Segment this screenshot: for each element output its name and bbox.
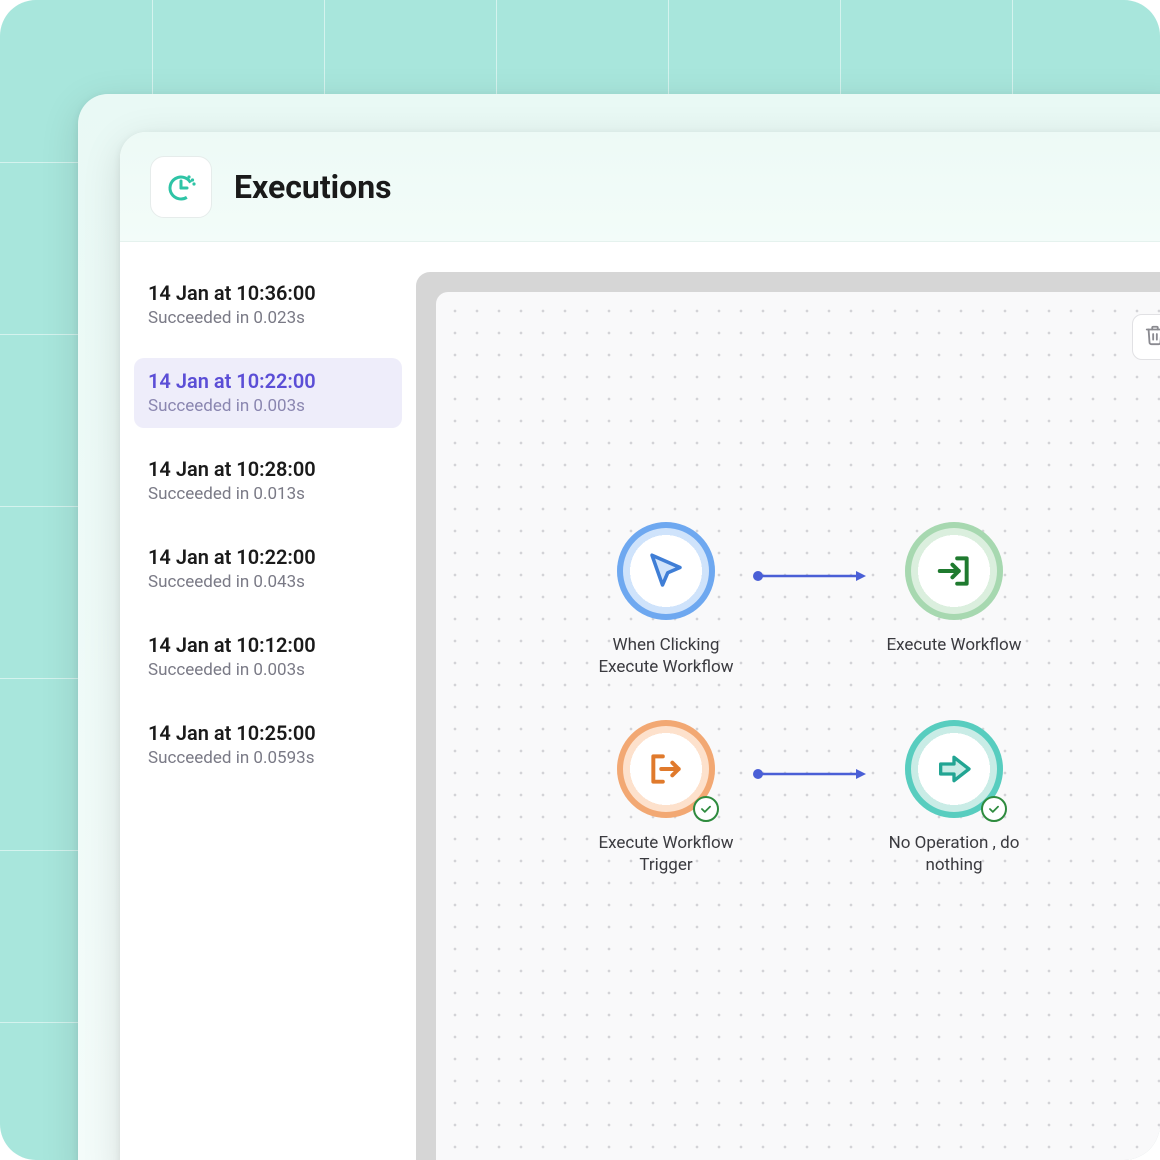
execution-status: Succeeded in 0.003s [148, 659, 388, 682]
execution-time: 14 Jan at 10:36:00 [148, 280, 388, 307]
execution-time: 14 Jan at 10:22:00 [148, 544, 388, 571]
cursor-icon [617, 522, 715, 620]
execution-status: Succeeded in 0.013s [148, 483, 388, 506]
page-title: Executions [234, 168, 392, 206]
node-label: Execute Workflow Trigger [581, 832, 751, 876]
node-label: Execute Workflow [886, 634, 1021, 656]
execution-time: 14 Jan at 10:12:00 [148, 632, 388, 659]
execution-item[interactable]: 14 Jan at 10:36:00 Succeeded in 0.023s [134, 270, 402, 340]
execution-status: Succeeded in 0.043s [148, 571, 388, 594]
execution-status: Succeeded in 0.023s [148, 307, 388, 330]
trash-icon [1144, 324, 1160, 350]
workflow-canvas[interactable]: When Clicking Execute Workflow [436, 292, 1160, 1160]
workflow-node[interactable]: When Clicking Execute Workflow [576, 522, 756, 678]
connector [756, 522, 864, 620]
execution-status: Succeeded in 0.003s [148, 395, 388, 418]
success-badge-icon [693, 796, 719, 822]
node-label: No Operation , do nothing [869, 832, 1039, 876]
enter-icon [905, 522, 1003, 620]
header: Executions [120, 132, 1160, 242]
connector [756, 720, 864, 818]
success-badge-icon [981, 796, 1007, 822]
node-label: When Clicking Execute Workflow [581, 634, 751, 678]
body: 14 Jan at 10:36:00 Succeeded in 0.023s 1… [120, 242, 1160, 1160]
execution-item[interactable]: 14 Jan at 10:22:00 Succeeded in 0.043s [134, 534, 402, 604]
node-row: When Clicking Execute Workflow [576, 522, 1044, 678]
execution-time: 14 Jan at 10:28:00 [148, 456, 388, 483]
delete-button[interactable] [1132, 314, 1160, 360]
exit-icon [617, 720, 715, 818]
executions-list: 14 Jan at 10:36:00 Succeeded in 0.023s 1… [120, 242, 416, 1160]
background: Executions 14 Jan at 10:36:00 Succeeded … [0, 0, 1160, 1160]
arrow-right-icon [905, 720, 1003, 818]
execution-item[interactable]: 14 Jan at 10:22:00 Succeeded in 0.003s [134, 358, 402, 428]
execution-time: 14 Jan at 10:25:00 [148, 720, 388, 747]
canvas-wrap: When Clicking Execute Workflow [416, 242, 1160, 1160]
execution-status: Succeeded in 0.0593s [148, 747, 388, 770]
execution-item[interactable]: 14 Jan at 10:28:00 Succeeded in 0.013s [134, 446, 402, 516]
workflow-node[interactable]: Execute Workflow Trigger [576, 720, 756, 876]
workflow-node[interactable]: Execute Workflow [864, 522, 1044, 656]
execution-item[interactable]: 14 Jan at 10:25:00 Succeeded in 0.0593s [134, 710, 402, 780]
workflow-node[interactable]: No Operation , do nothing [864, 720, 1044, 876]
node-row: Execute Workflow Trigger [576, 720, 1044, 876]
app-window: Executions 14 Jan at 10:36:00 Succeeded … [120, 132, 1160, 1160]
clock-icon [150, 156, 212, 218]
execution-item[interactable]: 14 Jan at 10:12:00 Succeeded in 0.003s [134, 622, 402, 692]
execution-time: 14 Jan at 10:22:00 [148, 368, 388, 395]
canvas-frame: When Clicking Execute Workflow [416, 272, 1160, 1160]
